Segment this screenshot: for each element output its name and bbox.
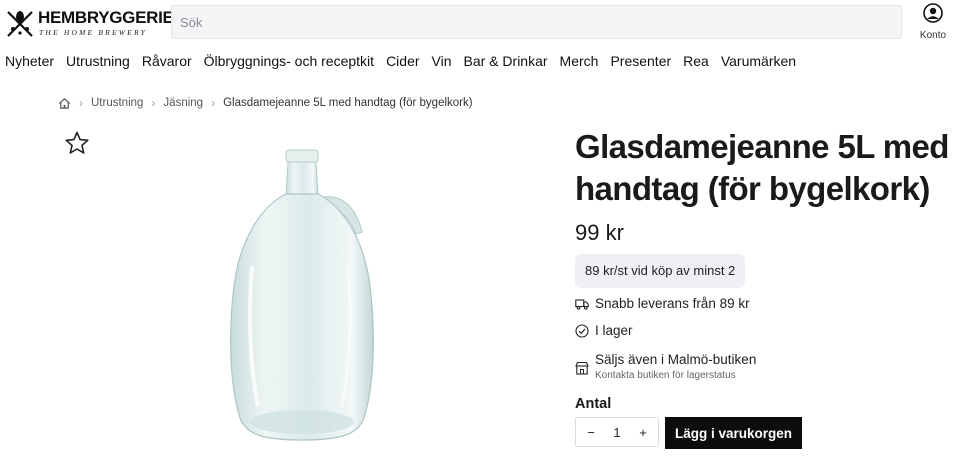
nav-item-varumarken[interactable]: Varumärken bbox=[715, 50, 802, 72]
account-label: Konto bbox=[919, 30, 947, 41]
product-image-demijohn bbox=[230, 149, 374, 441]
brand-logo[interactable]: HEMBRYGGERIET THE HOME BREWERY bbox=[4, 7, 184, 39]
increment-button[interactable]: + bbox=[636, 425, 650, 440]
store-subtext: Kontakta butiken för lagerstatus bbox=[595, 370, 736, 381]
nav-item-bar-drinkar[interactable]: Bar & Drinkar bbox=[458, 50, 554, 72]
truck-icon bbox=[575, 298, 589, 310]
store-icon bbox=[575, 361, 589, 375]
search-bar[interactable] bbox=[171, 5, 902, 39]
breadcrumb-current: Glasdamejeanne 5L med handtag (för bygel… bbox=[223, 97, 473, 109]
check-circle-icon bbox=[575, 323, 589, 338]
account-button[interactable]: Konto bbox=[915, 2, 951, 42]
main-nav: Nyheter Utrustning Råvaror Ölbryggnings-… bbox=[0, 50, 802, 72]
site-header: HEMBRYGGERIET THE HOME BREWERY Konto bbox=[0, 0, 960, 46]
nav-item-cider[interactable]: Cider bbox=[380, 50, 425, 72]
delivery-info: Snabb leverans från 89 kr bbox=[575, 296, 750, 311]
delivery-text: Snabb leverans från 89 kr bbox=[595, 296, 750, 311]
chevron-right-icon: › bbox=[79, 96, 83, 110]
product-title: Glasdamejeanne 5L med handtag (för bygel… bbox=[575, 128, 949, 207]
nav-item-utrustning[interactable]: Utrustning bbox=[60, 50, 136, 72]
brand-name: HEMBRYGGERIET bbox=[38, 8, 184, 27]
nav-item-ravaror[interactable]: Råvaror bbox=[136, 50, 198, 72]
store-text: Säljs även i Malmö-butiken bbox=[595, 352, 757, 367]
breadcrumb-item-utrustning[interactable]: Utrustning bbox=[91, 97, 143, 109]
nav-item-rea[interactable]: Rea bbox=[677, 50, 715, 72]
quantity-value[interactable]: 1 bbox=[613, 425, 620, 440]
nav-item-vin[interactable]: Vin bbox=[426, 50, 458, 72]
search-input[interactable] bbox=[172, 6, 901, 38]
nav-item-merch[interactable]: Merch bbox=[554, 50, 605, 72]
bulk-offer-badge: 89 kr/st vid köp av minst 2 bbox=[575, 254, 746, 288]
brand-tagline: THE HOME BREWERY bbox=[39, 28, 147, 37]
hop-cross-icon bbox=[7, 11, 33, 37]
chevron-right-icon: › bbox=[151, 96, 156, 110]
breadcrumb: › Utrustning › Jäsning › Glasdamejeanne … bbox=[58, 94, 473, 112]
chevron-right-icon: › bbox=[211, 96, 216, 110]
nav-item-presenter[interactable]: Presenter bbox=[604, 50, 677, 72]
decrement-button[interactable]: − bbox=[584, 425, 598, 440]
user-circle-icon bbox=[923, 3, 943, 23]
nav-item-nyheter[interactable]: Nyheter bbox=[0, 50, 60, 72]
nav-item-olbryggnings-kit[interactable]: Ölbryggnings- och receptkit bbox=[198, 50, 380, 72]
breadcrumb-item-jasning[interactable]: Jäsning bbox=[163, 97, 203, 109]
stock-info: I lager bbox=[575, 323, 633, 338]
star-outline-icon[interactable] bbox=[64, 130, 90, 156]
quantity-stepper: − 1 + bbox=[575, 417, 659, 447]
product-price: 99 kr bbox=[575, 220, 624, 245]
add-to-cart-button[interactable]: Lägg i varukorgen bbox=[665, 417, 802, 449]
store-info: Säljs även i Malmö-butiken Kontakta buti… bbox=[575, 352, 756, 381]
quantity-label: Antal bbox=[575, 396, 612, 412]
home-icon[interactable] bbox=[58, 97, 71, 110]
stock-text: I lager bbox=[595, 323, 633, 338]
